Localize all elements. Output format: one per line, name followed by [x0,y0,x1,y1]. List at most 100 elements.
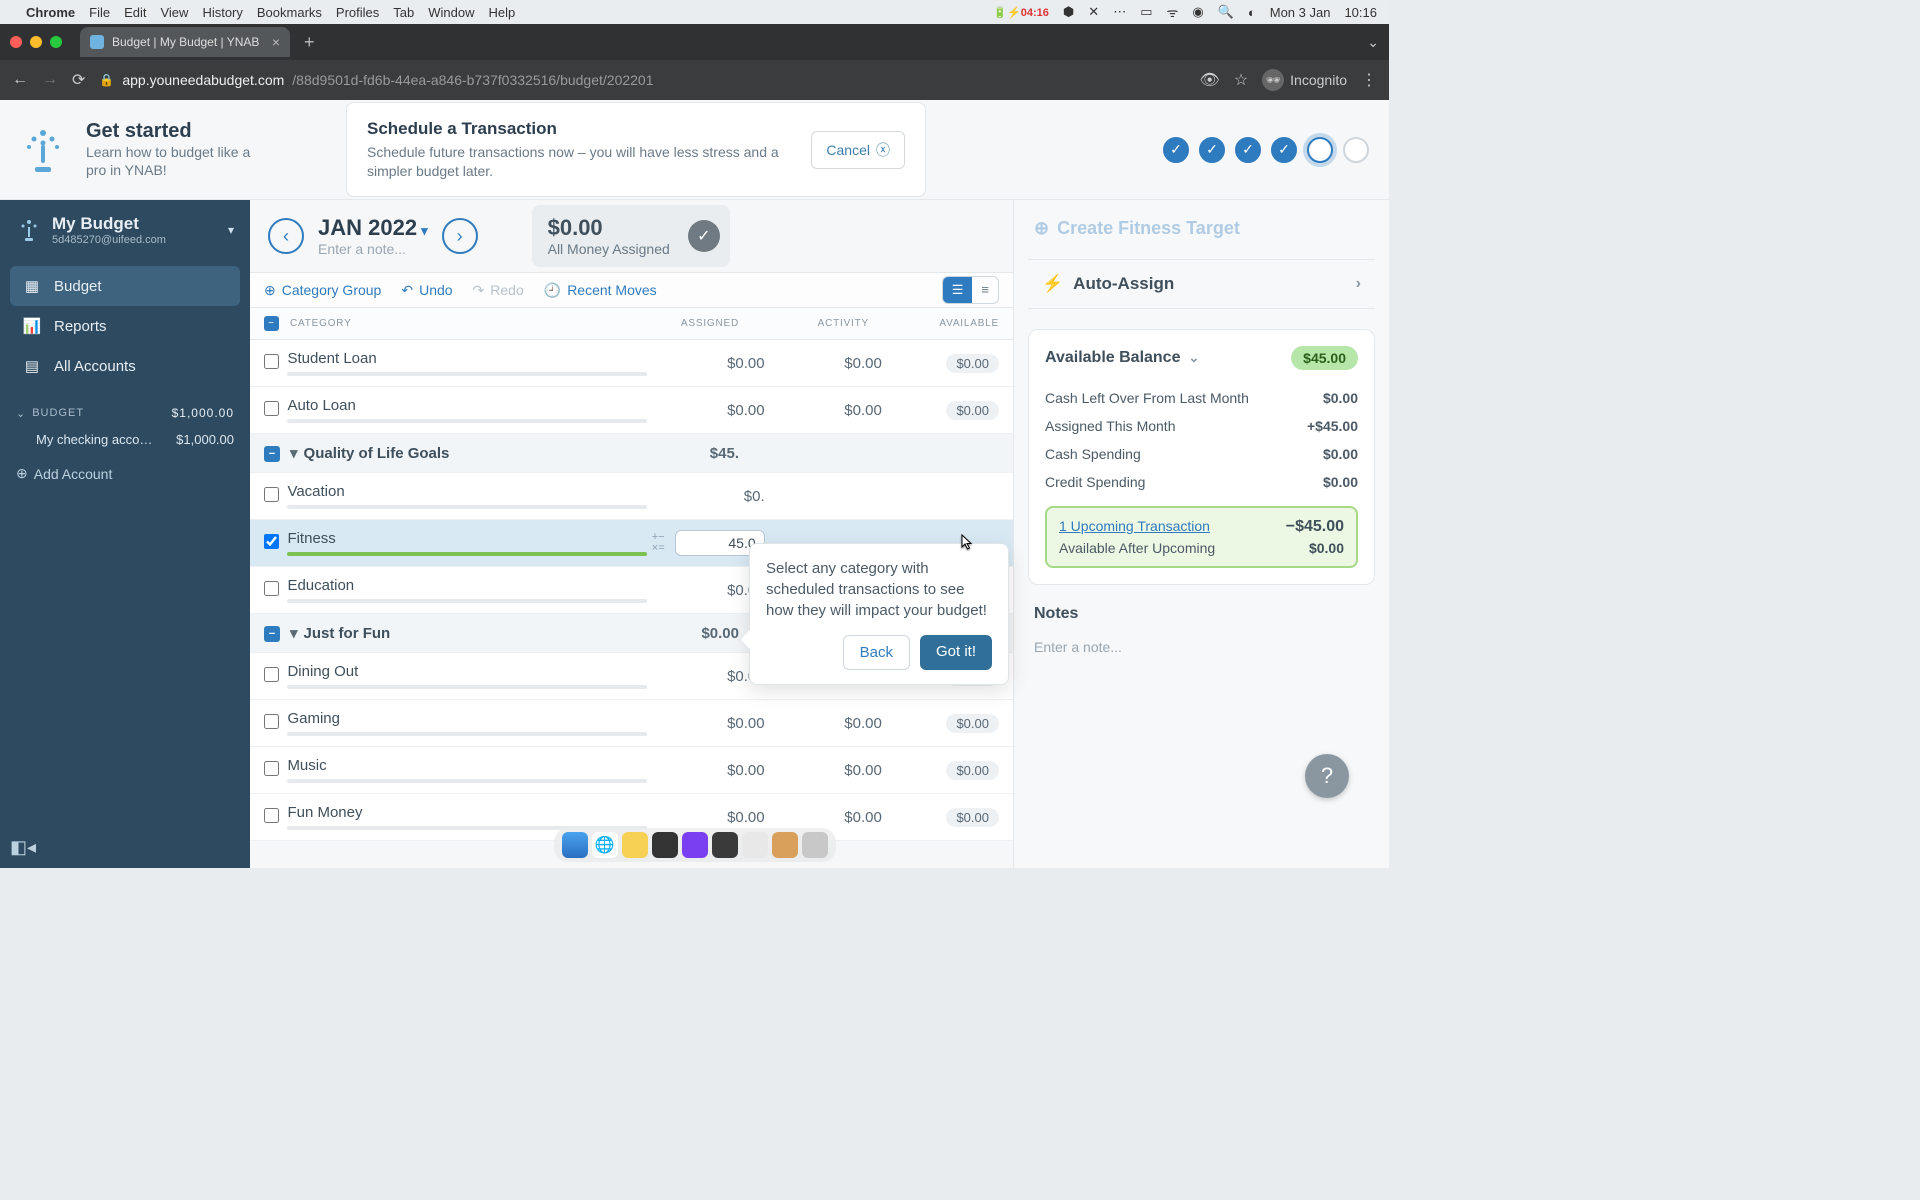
add-account-button[interactable]: ⊕ Add Account [0,455,250,492]
cancel-button[interactable]: Cancel ⓧ [811,131,905,169]
tabs-dropdown-icon[interactable]: ⌄ [1367,34,1379,51]
group-checkbox[interactable]: − [264,446,280,462]
siri-icon[interactable]: ◐ [1248,5,1256,20]
status-icon-2[interactable]: ✕ [1088,4,1099,20]
menu-file[interactable]: File [89,5,110,20]
status-icon-1[interactable]: ⬢ [1063,4,1074,20]
chevron-down-icon[interactable]: ⌄ [1188,350,1199,366]
row-checkbox[interactable] [264,354,279,369]
sidebar-item-reports[interactable]: 📊 Reports [10,306,240,346]
bookmark-star-icon[interactable]: ☆ [1234,70,1248,90]
dock-trash[interactable] [802,832,828,858]
window-controls[interactable] [10,36,62,48]
dock-app-6[interactable] [712,832,738,858]
battery-status-icon[interactable]: ▭ [1140,4,1152,20]
undo-button[interactable]: ↶Undo [401,282,452,299]
row-checkbox[interactable] [264,401,279,416]
menubar-date[interactable]: Mon 3 Jan [1270,5,1331,20]
money-assigned-pill[interactable]: $0.00 All Money Assigned ✓ [532,205,730,267]
spotlight-icon[interactable]: 🔍 [1218,4,1234,20]
wifi-icon[interactable]: ᯤ [1166,3,1178,21]
group-checkbox[interactable]: − [264,626,280,642]
sidebar-item-budget[interactable]: ▦ Budget [10,266,240,306]
control-center-icon[interactable]: ◉ [1192,4,1203,20]
maximize-window-icon[interactable] [50,36,62,48]
collapse-sidebar-button[interactable]: ◧◂ [0,827,46,868]
sidebar-section-budget[interactable]: ⌄ BUDGET $1,000.00 [0,392,250,424]
lock-icon[interactable]: 🔒 [99,73,114,87]
row-checkbox[interactable] [264,581,279,596]
sidebar-account[interactable]: My checking acco… $1,000.00 [0,424,250,455]
add-category-group-button[interactable]: ⊕Category Group [264,282,381,299]
menu-window[interactable]: Window [428,5,474,20]
menu-help[interactable]: Help [489,5,516,20]
notes-input[interactable]: Enter a note... [1034,639,1369,655]
sidebar-item-accounts[interactable]: ▤ All Accounts [10,346,240,386]
auto-assign-button[interactable]: ⚡ Auto-Assign › [1028,259,1375,309]
row-checkbox[interactable] [264,714,279,729]
row-checkbox[interactable] [264,808,279,823]
category-row[interactable]: Music $0.00 $0.00 $0.00 [250,747,1013,794]
month-selector[interactable]: JAN 2022▾ [318,215,428,241]
category-row[interactable]: Auto Loan $0.00 $0.00 $0.00 [250,387,1013,434]
row-checkbox[interactable] [264,534,279,549]
assigned-cell[interactable]: $0.00 [647,668,764,685]
new-tab-button[interactable]: + [298,32,321,53]
dock-app-7[interactable] [742,832,768,858]
dock-app-2[interactable]: 🌐 [592,832,618,858]
dock-app-3[interactable] [622,832,648,858]
upcoming-link[interactable]: 1 Upcoming Transaction [1059,518,1210,536]
popover-gotit-button[interactable]: Got it! [920,635,992,670]
dock-app-4[interactable] [652,832,678,858]
next-month-button[interactable]: › [442,218,478,254]
close-tab-icon[interactable]: × [272,34,280,50]
menu-history[interactable]: History [202,5,242,20]
browser-tab[interactable]: Budget | My Budget | YNAB × [80,27,290,57]
category-row[interactable]: Gaming $0.00 $0.00 $0.00 [250,700,1013,747]
address-bar[interactable]: 🔒 app.youneedabudget.com/88d9501d-fd6b-4… [99,72,1185,88]
category-group-row[interactable]: − ▾ Quality of Life Goals $45. [250,434,1013,473]
category-row[interactable]: Student Loan $0.00 $0.00 $0.00 [250,340,1013,387]
menu-edit[interactable]: Edit [124,5,146,20]
dock-app-5[interactable] [682,832,708,858]
assigned-cell[interactable]: $0.00 [647,762,764,779]
row-checkbox[interactable] [264,667,279,682]
create-target-link[interactable]: ⊕ Create Fitness Target [1014,218,1389,249]
assigned-cell[interactable]: $0.00 [647,809,764,826]
select-all-checkbox[interactable]: − [264,316,279,331]
row-checkbox[interactable] [264,761,279,776]
menubar-app[interactable]: Chrome [26,5,75,20]
menu-tab[interactable]: Tab [393,5,414,20]
help-button[interactable]: ? [1305,754,1349,798]
view-toggle[interactable]: ☰ ≡ [942,276,999,304]
category-row[interactable]: Vacation $0. [250,473,1013,520]
row-checkbox[interactable] [264,487,279,502]
view-list-icon[interactable]: ≡ [972,277,998,303]
minimize-window-icon[interactable] [30,36,42,48]
budget-selector[interactable]: My Budget 5d485270@uifeed.com ▾ [0,200,250,260]
assigned-cell[interactable]: $0.00 [647,402,764,419]
menubar-time[interactable]: 10:16 [1344,5,1377,20]
status-icon-3[interactable]: ⋯ [1113,4,1126,20]
browser-menu-icon[interactable]: ⋮ [1361,70,1377,90]
assigned-cell[interactable]: $0.00 [647,582,764,599]
assigned-cell[interactable]: $0.00 [647,355,764,372]
battery-icon[interactable]: 🔋⚡04:16 [993,6,1049,19]
menu-view[interactable]: View [160,5,188,20]
assigned-cell[interactable]: $0. [647,488,764,505]
month-note-input[interactable]: Enter a note... [318,241,428,257]
popover-back-button[interactable]: Back [843,635,910,670]
back-button[interactable]: ← [12,71,28,89]
assigned-cell[interactable]: +−×= [647,530,764,556]
calculator-icon[interactable]: +−×= [652,532,665,554]
dock-app-8[interactable] [772,832,798,858]
prev-month-button[interactable]: ‹ [268,218,304,254]
incognito-badge[interactable]: 🕶Incognito [1262,69,1347,91]
recent-moves-button[interactable]: 🕘Recent Moves [544,282,657,299]
eye-off-icon[interactable]: 👁 [1200,70,1220,90]
dock-app-1[interactable] [562,832,588,858]
reload-button[interactable]: ⟳ [72,70,85,90]
view-bars-icon[interactable]: ☰ [943,277,973,303]
close-window-icon[interactable] [10,36,22,48]
menu-profiles[interactable]: Profiles [336,5,379,20]
